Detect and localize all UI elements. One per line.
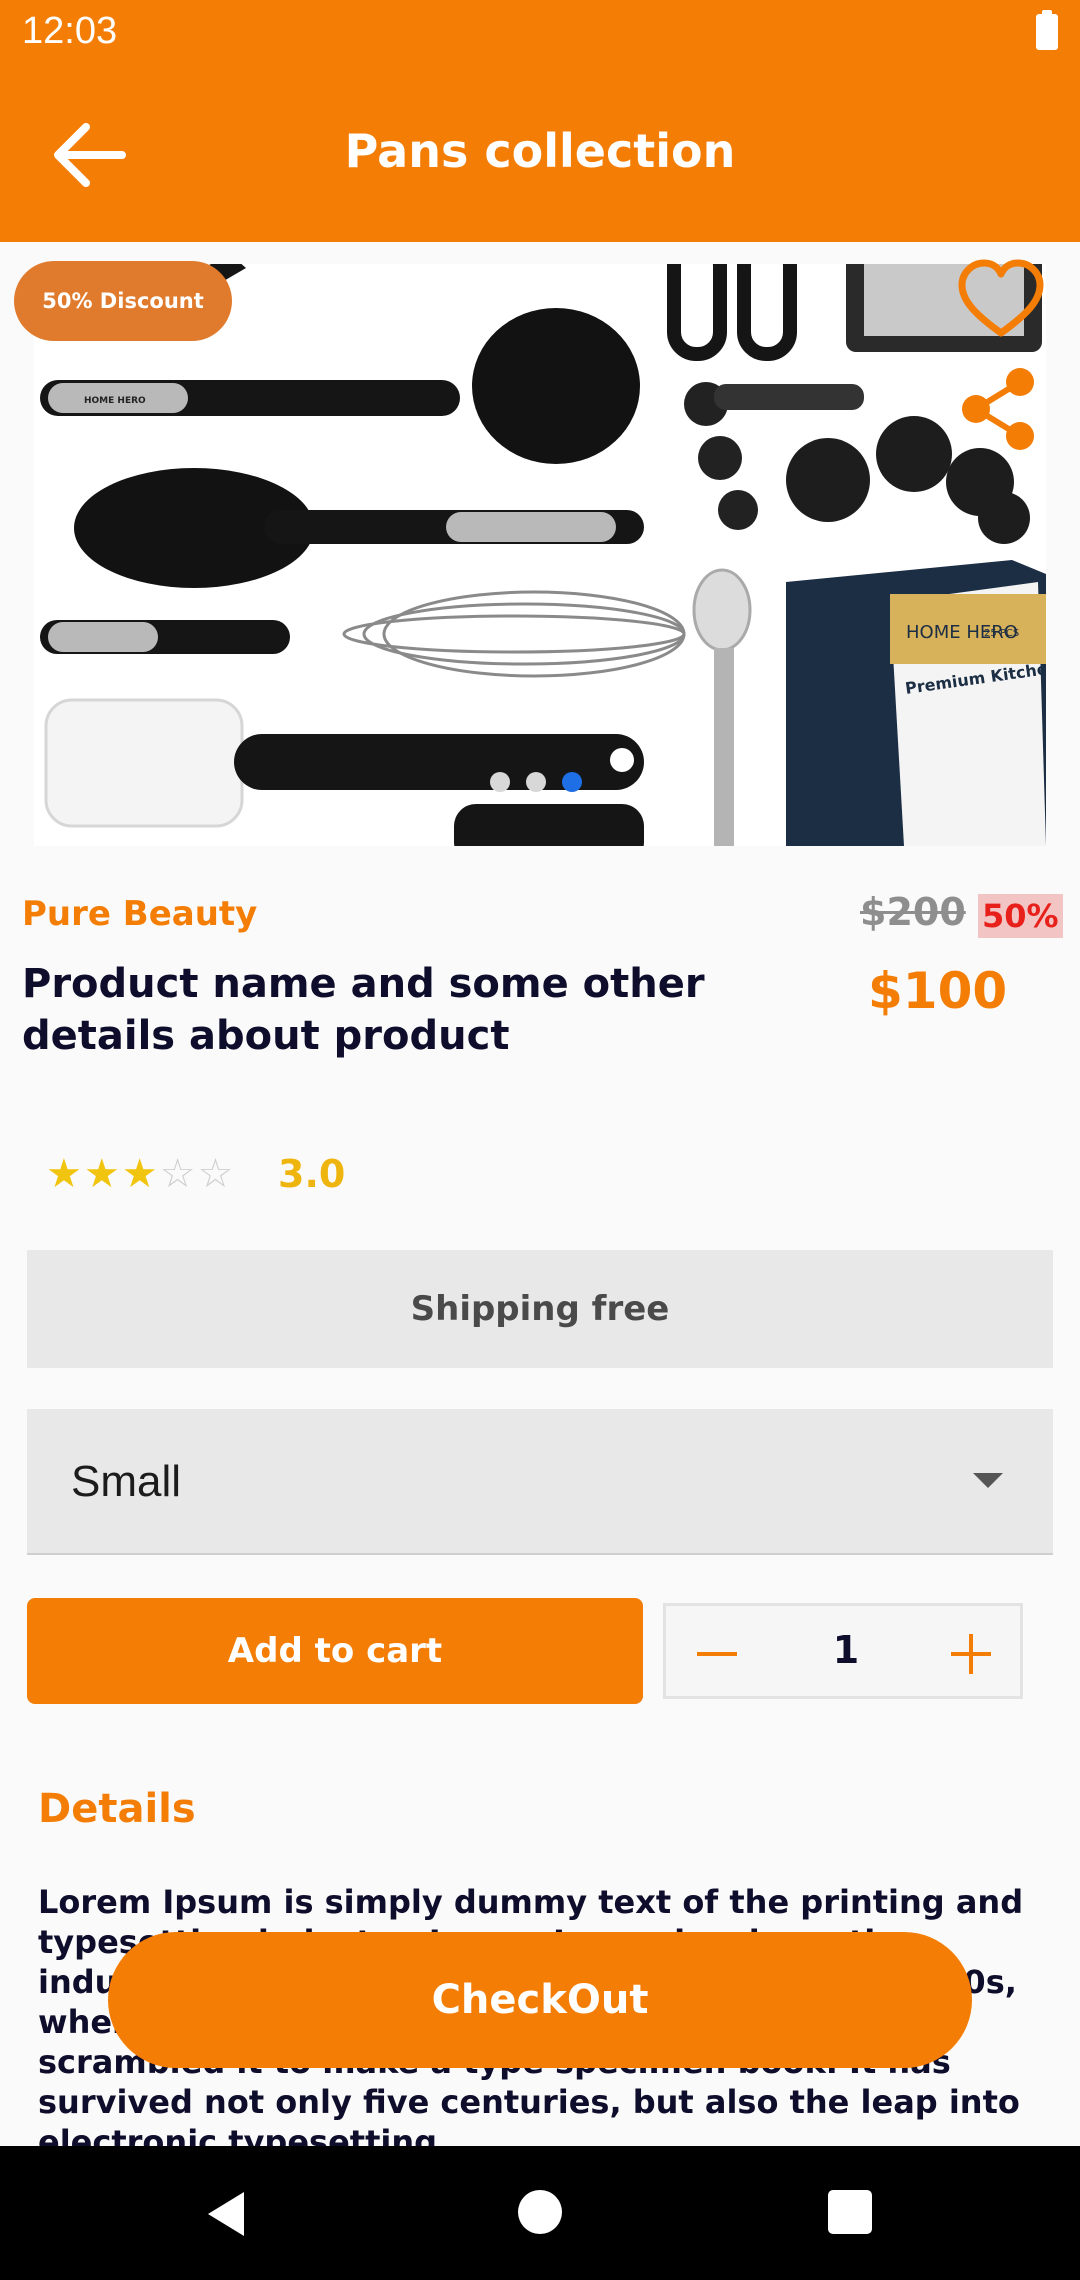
plus-icon[interactable] (946, 1630, 996, 1678)
quantity-value: 1 (832, 1628, 860, 1672)
star-empty-icon: ☆ (159, 1151, 196, 1197)
size-dropdown[interactable]: Small (27, 1409, 1053, 1555)
discount-percent: 50% (978, 894, 1063, 938)
share-button[interactable] (958, 364, 1038, 454)
status-bar: 12:03 (0, 0, 1080, 66)
minus-icon[interactable] (692, 1630, 742, 1678)
nav-back-icon[interactable] (200, 2184, 260, 2244)
carousel-dots (490, 772, 582, 792)
carousel-dot-active[interactable] (562, 772, 582, 792)
star-icon: ★ (121, 1151, 158, 1197)
status-time: 12:03 (22, 10, 118, 52)
shipping-info: Shipping free (27, 1250, 1053, 1368)
old-price: $200 (860, 890, 966, 934)
tool-brand-text: HOME HERO (84, 396, 146, 406)
nav-recents-icon[interactable] (828, 2190, 872, 2234)
share-icon (962, 368, 1034, 450)
carousel-dot[interactable] (490, 772, 510, 792)
battery-icon (1036, 10, 1058, 50)
brand-name: Pure Beauty (22, 894, 258, 934)
heart-icon (958, 259, 1044, 337)
product-name: Product name and some other details abou… (22, 961, 705, 1059)
price: $100 (868, 962, 1008, 1020)
star-empty-icon: ☆ (197, 1151, 234, 1197)
carousel-dot[interactable] (526, 772, 546, 792)
favorite-button[interactable] (956, 255, 1046, 345)
checkout-button[interactable]: CheckOut (108, 1932, 972, 2068)
product-image[interactable]: HOME HERO HOME HERO 25 PCS Premium Kitch… (34, 264, 1046, 846)
star-icon: ★ (83, 1151, 120, 1197)
page-title: Pans collection (344, 124, 736, 178)
box-count-text: 25 PCS (984, 628, 1019, 639)
rating-stars: ★ ★ ★ ☆ ☆ (46, 1148, 233, 1200)
chevron-down-icon (973, 1473, 1003, 1488)
app-bar: Pans collection (0, 66, 1080, 242)
system-nav-bar (0, 2146, 1080, 2280)
size-selected-value: Small (71, 1457, 182, 1506)
discount-badge: 50% Discount (14, 261, 232, 341)
star-icon: ★ (46, 1151, 82, 1197)
add-to-cart-button[interactable]: Add to cart (27, 1598, 643, 1704)
quantity-stepper: 1 (663, 1603, 1023, 1699)
details-heading: Details (38, 1786, 196, 1832)
nav-home-icon[interactable] (518, 2190, 562, 2234)
rating-value: 3.0 (278, 1152, 346, 1196)
